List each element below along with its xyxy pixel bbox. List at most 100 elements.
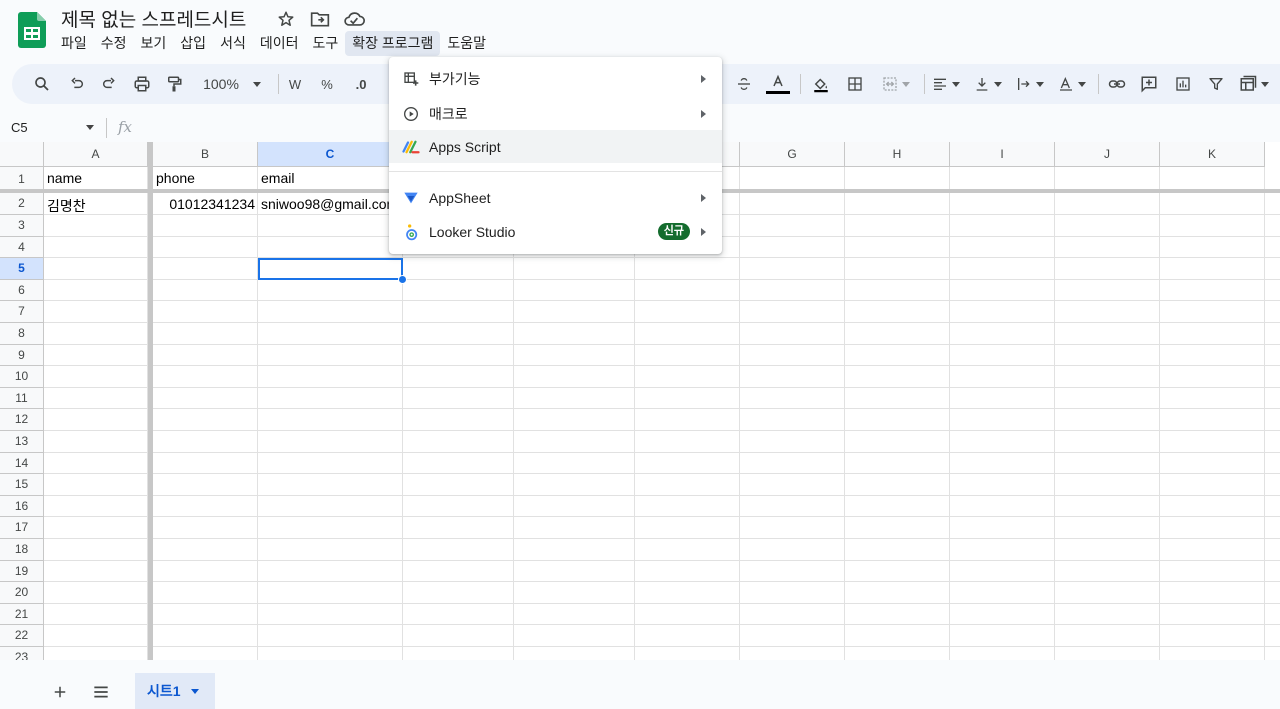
paint-format-icon[interactable] (160, 64, 188, 104)
decrease-decimal-button[interactable]: .0 (348, 64, 374, 104)
row-header-22[interactable]: 22 (0, 625, 44, 647)
column-header-k[interactable]: K (1160, 142, 1265, 167)
column-header-h[interactable]: H (845, 142, 950, 167)
move-folder-icon[interactable] (308, 8, 332, 30)
column-header-j[interactable]: J (1055, 142, 1160, 167)
selected-cell-outline (258, 258, 403, 280)
cloud-saved-icon[interactable] (342, 8, 366, 30)
chevron-down-icon[interactable] (190, 688, 199, 694)
new-badge: 신규 (657, 223, 690, 240)
row-header-18[interactable]: 18 (0, 539, 44, 561)
menu-item-appsheet[interactable]: AppSheet (389, 181, 722, 214)
cell-A1[interactable]: name (47, 170, 82, 186)
column-header-a[interactable]: A (44, 142, 148, 167)
grid-row-line (44, 581, 1280, 582)
column-header-g[interactable]: G (740, 142, 845, 167)
grid-column-line (1159, 167, 1160, 660)
menu-item-looker-studio[interactable]: Looker Studio 신규 (389, 215, 722, 248)
cell-B2[interactable]: 01012341234 (154, 196, 255, 212)
row-header-2[interactable]: 2 (0, 193, 44, 215)
menu-item-apps-script[interactable]: Apps Script (389, 130, 722, 163)
chevron-down-icon (252, 81, 261, 87)
row-header-5[interactable]: 5 (0, 258, 44, 280)
menu-item-addons[interactable]: 부가기능 (389, 62, 722, 95)
menu-bar: 파일 수정 보기 삽입 서식 데이터 도구 확장 프로그램 도움말 (54, 31, 493, 56)
grid-row-line (44, 495, 1280, 496)
row-header-10[interactable]: 10 (0, 366, 44, 388)
cell-C1[interactable]: email (261, 170, 294, 186)
row-header-11[interactable]: 11 (0, 388, 44, 409)
menu-view[interactable]: 보기 (134, 31, 174, 56)
menu-data[interactable]: 데이터 (253, 31, 306, 56)
row-header-12[interactable]: 12 (0, 409, 44, 431)
row-header-9[interactable]: 9 (0, 345, 44, 366)
filter-icon[interactable] (1204, 64, 1228, 104)
row-header-3[interactable]: 3 (0, 215, 44, 237)
document-title[interactable]: 제목 없는 스프레드시트 (61, 5, 246, 32)
filter-views-icon[interactable] (1234, 64, 1274, 104)
toolbar-divider (800, 74, 801, 94)
search-menus-icon[interactable] (28, 64, 56, 104)
borders-icon[interactable] (842, 64, 868, 104)
row-header-6[interactable]: 6 (0, 280, 44, 301)
frozen-column-divider[interactable] (148, 142, 153, 660)
menu-insert[interactable]: 삽입 (173, 31, 213, 56)
column-header-c[interactable]: C (258, 142, 403, 167)
row-header-23[interactable]: 23 (0, 647, 44, 660)
menu-edit[interactable]: 수정 (94, 31, 134, 56)
insert-link-icon[interactable] (1104, 64, 1130, 104)
row-header-20[interactable]: 20 (0, 582, 44, 604)
insert-comment-icon[interactable] (1136, 64, 1162, 104)
cell-reference: C5 (11, 120, 28, 135)
undo-icon[interactable] (64, 64, 90, 104)
row-header-15[interactable]: 15 (0, 474, 44, 496)
macro-play-icon (402, 105, 420, 123)
add-sheet-button[interactable] (45, 679, 75, 705)
fill-color-icon[interactable] (808, 64, 834, 104)
menu-extensions[interactable]: 확장 프로그램 (345, 31, 441, 56)
sheets-logo-icon[interactable] (18, 12, 46, 48)
format-percent-button[interactable]: % (316, 64, 338, 104)
text-color-icon[interactable] (764, 64, 792, 104)
row-header-13[interactable]: 13 (0, 431, 44, 453)
grid-row-line (44, 560, 1280, 561)
insert-chart-icon[interactable] (1170, 64, 1196, 104)
text-wrapping-icon[interactable] (1012, 64, 1048, 104)
all-sheets-menu-icon[interactable] (86, 679, 116, 705)
merge-cells-icon[interactable] (876, 64, 916, 104)
format-currency-button[interactable]: W (284, 64, 306, 104)
menu-file[interactable]: 파일 (54, 31, 94, 56)
print-icon[interactable] (128, 64, 156, 104)
select-all-corner[interactable] (0, 142, 44, 167)
menu-item-label: Apps Script (429, 138, 501, 155)
zoom-select[interactable]: 100% (196, 64, 268, 104)
cell-B1[interactable]: phone (156, 170, 195, 186)
menu-item-macros[interactable]: 매크로 (389, 97, 722, 130)
strikethrough-icon[interactable] (732, 64, 756, 104)
menu-format[interactable]: 서식 (213, 31, 253, 56)
row-header-17[interactable]: 17 (0, 517, 44, 539)
star-icon[interactable] (274, 8, 298, 30)
horizontal-align-icon[interactable] (928, 64, 964, 104)
row-header-4[interactable]: 4 (0, 237, 44, 258)
cell-C2[interactable]: sniwoo98@gmail.com (261, 196, 401, 212)
vertical-align-icon[interactable] (970, 64, 1006, 104)
redo-icon[interactable] (96, 64, 122, 104)
menu-help[interactable]: 도움말 (440, 31, 493, 56)
text-rotation-icon[interactable] (1054, 64, 1090, 104)
name-box[interactable]: C5 (0, 114, 104, 142)
cell-A2[interactable]: 김명찬 (47, 196, 86, 216)
grid-row-line (44, 646, 1280, 647)
row-header-7[interactable]: 7 (0, 301, 44, 323)
fill-handle[interactable] (398, 275, 407, 284)
sheet-tab-active[interactable]: 시트1 (135, 673, 215, 709)
row-header-8[interactable]: 8 (0, 323, 44, 345)
row-header-16[interactable]: 16 (0, 496, 44, 517)
row-header-19[interactable]: 19 (0, 561, 44, 582)
menu-tools[interactable]: 도구 (305, 31, 345, 56)
column-header-i[interactable]: I (950, 142, 1055, 167)
appsheet-icon (402, 189, 420, 207)
row-header-14[interactable]: 14 (0, 453, 44, 474)
row-header-21[interactable]: 21 (0, 604, 44, 625)
column-header-b[interactable]: B (153, 142, 258, 167)
